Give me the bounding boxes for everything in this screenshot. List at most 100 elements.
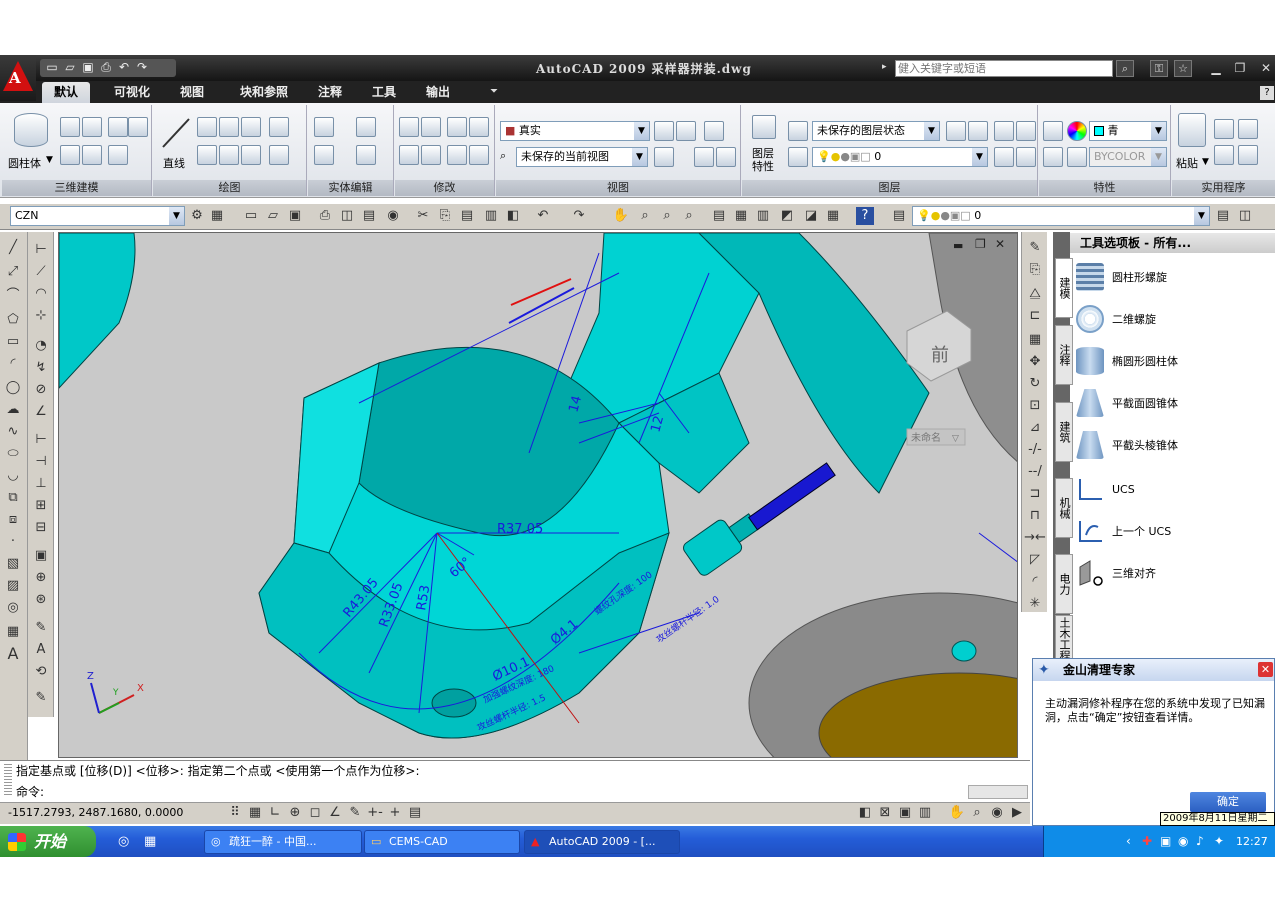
show-desktop-icon[interactable]: ▦ [144, 834, 156, 849]
panel-title-modeling[interactable]: 三维建模 [2, 180, 151, 196]
pan-icon[interactable]: ✋ [612, 207, 630, 225]
polygon-tool-icon[interactable]: ⬠ [2, 310, 24, 330]
panel-title-utilities[interactable]: 实用程序 [1172, 180, 1275, 196]
tab-output[interactable]: 输出 [414, 82, 462, 103]
command-scrollbar[interactable] [968, 785, 1028, 799]
ribbon-collapse-icon[interactable]: ⏷ [490, 86, 498, 97]
network-tray-icon[interactable]: ▣ [1160, 834, 1171, 848]
sweep-icon[interactable] [108, 117, 128, 137]
layer-lock-tool-icon[interactable] [994, 147, 1014, 167]
open-icon[interactable]: ▱ [264, 207, 282, 225]
snap-mode-icon[interactable]: ⠿ [226, 804, 244, 822]
ellipse-arc-icon[interactable]: ◡ [2, 466, 24, 486]
palette-item-helix[interactable]: 圆柱形螺旋 [1076, 260, 1167, 294]
chevron-down-icon[interactable]: ▼ [1194, 207, 1209, 225]
open-folder-icon[interactable]: ▱ [62, 60, 78, 75]
spline-tool-icon[interactable]: ∿ [2, 422, 24, 442]
ortho-mode-icon[interactable]: ∟ [266, 804, 284, 822]
color-select[interactable]: 青 ▼ [1089, 121, 1167, 141]
paste-icon[interactable] [1178, 113, 1206, 147]
steering-wheel-icon[interactable]: ◉ [988, 804, 1006, 822]
block-editor-icon[interactable]: ◧ [504, 207, 522, 225]
list-icon[interactable] [1043, 147, 1063, 167]
gradient-icon[interactable]: ▨ [2, 576, 24, 596]
ucs-select[interactable]: CZN ▼ [10, 206, 185, 226]
new-file-icon[interactable]: ▭ [44, 60, 60, 75]
object-snap-icon[interactable]: ◻ [306, 804, 324, 822]
publish-icon[interactable]: ▤ [360, 207, 378, 225]
move-icon[interactable] [399, 117, 419, 137]
viewport-restore-icon[interactable]: ❐ [975, 237, 986, 251]
layout-icon[interactable]: ▥ [916, 804, 934, 822]
extend-icon[interactable]: --/ [1024, 462, 1046, 482]
viewport-close-icon[interactable]: ✕ [995, 237, 1005, 251]
arc-length-icon[interactable]: ◠ [30, 284, 52, 304]
fillet-icon[interactable] [469, 145, 489, 165]
table-icon[interactable]: ▦ [2, 622, 24, 642]
tray-expand-icon[interactable]: ‹ [1126, 834, 1131, 848]
zoom-previous-icon[interactable]: ⌕ [680, 207, 698, 225]
3d-array-icon[interactable] [421, 145, 441, 165]
break-icon[interactable]: ⊓ [1024, 506, 1046, 526]
tool-palettes-icon[interactable]: ▥ [754, 207, 772, 225]
security-tray-icon[interactable]: ✚ [1142, 834, 1152, 848]
layer-freeze-tool-icon[interactable] [1016, 121, 1036, 141]
make-block-icon[interactable]: ⧈ [2, 510, 24, 530]
camera-icon[interactable] [716, 147, 736, 167]
cylinder-icon[interactable] [14, 113, 48, 147]
showmotion-icon[interactable]: ▶ [1008, 804, 1026, 822]
tab-visualize[interactable]: 可视化 [102, 82, 162, 103]
center-mark-icon[interactable]: ⊕ [30, 568, 52, 588]
quick-dim-icon[interactable]: ⊢ [30, 430, 52, 450]
coordinate-display[interactable]: -1517.2793, 2487.1680, 0.0000 [8, 806, 183, 819]
line-label[interactable]: 直线 [163, 155, 185, 171]
minimize-button[interactable]: ▁ [1206, 60, 1226, 77]
revcloud-icon[interactable]: ☁ [2, 400, 24, 420]
ellipse-tool-icon[interactable]: ⬭ [2, 444, 24, 464]
aligned-dim-icon[interactable]: ⟋ [30, 262, 52, 282]
chevron-down-icon[interactable]: ▼ [46, 155, 53, 165]
restore-button[interactable]: ❐ [1230, 60, 1250, 77]
palette-item-2d-spiral[interactable]: 二维螺旋 [1076, 302, 1156, 336]
array-icon[interactable]: ▦ [1024, 330, 1046, 350]
polyline-tool-icon[interactable]: ⌒ [2, 286, 24, 306]
rotate-icon[interactable] [399, 145, 419, 165]
sheet-set-icon[interactable]: ◩ [778, 207, 796, 225]
construction-line-icon[interactable]: ⤢ [2, 262, 24, 282]
undo-icon[interactable]: ↶ [534, 207, 552, 225]
subtract-icon[interactable] [82, 145, 102, 165]
erase-tool-icon[interactable]: ✎ [1024, 238, 1046, 258]
plot-preview-icon[interactable]: ◫ [338, 207, 356, 225]
layer-previous-icon[interactable]: ◫ [1236, 207, 1254, 225]
layer-select[interactable]: 💡●●▣□ 0 ▼ [812, 147, 988, 167]
zoom-realtime-icon[interactable]: ⌕ [636, 207, 654, 225]
ucs-manager-icon[interactable]: ▦ [208, 207, 226, 225]
erase-icon[interactable] [447, 145, 467, 165]
jogged-dim-icon[interactable]: ↯ [30, 358, 52, 378]
volume-tray-icon[interactable]: ♪ [1196, 834, 1204, 848]
dim-style-icon[interactable]: ✎ [30, 688, 52, 708]
otrack-icon[interactable]: ∠ [326, 804, 344, 822]
revolve-icon[interactable] [82, 117, 102, 137]
taskbar-clock[interactable]: 12:27 [1236, 835, 1268, 848]
palette-item-elliptic-cylinder[interactable]: 椭圆形圆柱体 [1076, 344, 1178, 378]
ducs-icon[interactable]: ✎ [346, 804, 364, 822]
layer-properties-label[interactable]: 图层特性 [752, 147, 782, 173]
rectangle-tool-icon[interactable]: ▭ [2, 332, 24, 352]
chevron-down-icon[interactable]: ▼ [634, 122, 649, 140]
dim-edit-icon[interactable]: ✎ [30, 618, 52, 638]
palette-tab-modeling[interactable]: 建模 [1055, 258, 1073, 318]
quick-select-icon[interactable] [1238, 145, 1258, 165]
copy-icon[interactable]: ⎘ [436, 207, 454, 225]
linear-dim-icon[interactable]: ⊢ [30, 240, 52, 260]
loft-icon[interactable] [128, 117, 148, 137]
layer-toolbar-select[interactable]: 💡●●▣□ 0 ▼ [912, 206, 1210, 226]
3d-polyline-icon[interactable] [219, 117, 239, 137]
radius-dim-icon[interactable]: ◔ [30, 336, 52, 356]
mirror-icon[interactable] [469, 117, 489, 137]
copy-icon[interactable] [447, 117, 467, 137]
ordinate-dim-icon[interactable]: ⊹ [30, 306, 52, 326]
markup-icon[interactable]: ◪ [802, 207, 820, 225]
region-icon[interactable]: ◎ [2, 598, 24, 618]
line-icon[interactable] [161, 117, 191, 149]
